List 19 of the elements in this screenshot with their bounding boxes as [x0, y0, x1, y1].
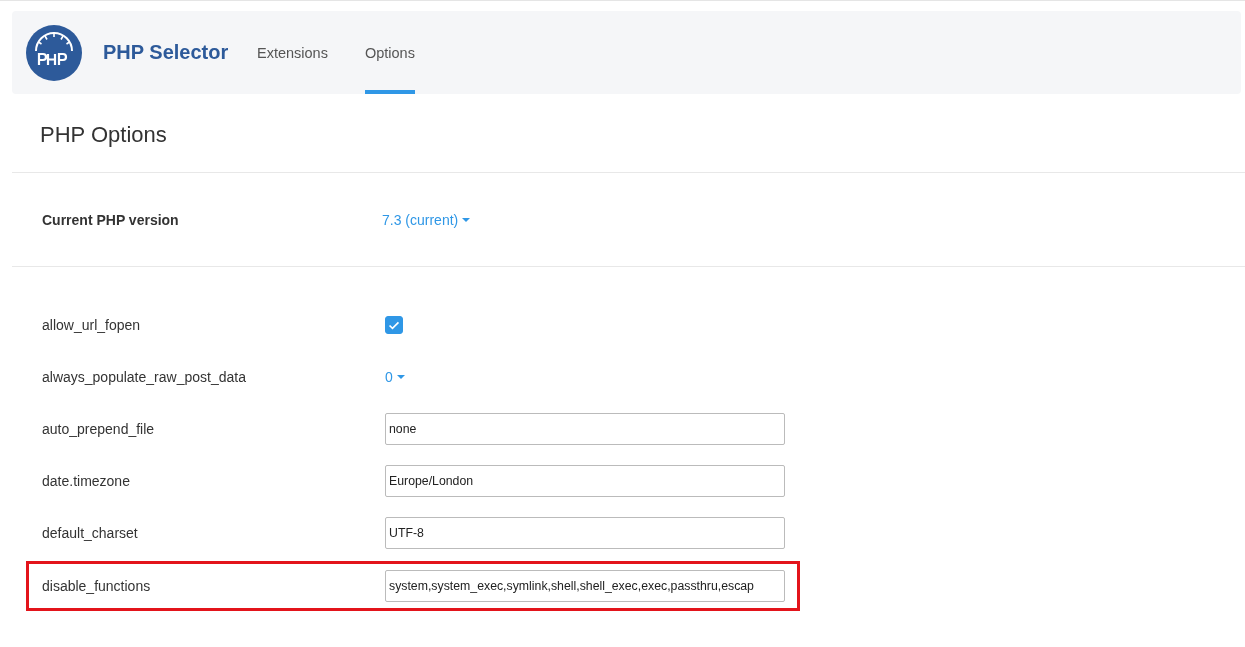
option-label: allow_url_fopen	[42, 317, 142, 333]
option-label: date.timezone	[42, 473, 131, 489]
option-label: auto_prepend_file	[42, 421, 156, 437]
option-input[interactable]: Europe/London	[385, 465, 785, 497]
setting-label: Current PHP version	[42, 211, 180, 228]
nav-tab[interactable]: Options	[364, 11, 415, 94]
option-input[interactable]: UTF-8	[385, 517, 785, 549]
option-input[interactable]: system,system_exec,symlink,shell,shell_exec,exec,passthru,escap	[385, 570, 785, 602]
page-heading: PHP Options	[40, 122, 168, 149]
caret-icon	[396, 375, 405, 379]
option-input[interactable]: none	[385, 413, 785, 445]
nav-tab[interactable]: Extensions	[257, 11, 328, 94]
app-title: PHP Selector	[103, 41, 230, 64]
option-label: default_charset	[42, 525, 139, 541]
option-label: disable_functions	[42, 578, 152, 594]
php-logo-icon	[26, 24, 82, 81]
caret-icon	[462, 217, 471, 222]
option-label: always_populate_raw_post_data	[42, 369, 247, 385]
option-checkbox[interactable]	[385, 316, 403, 334]
